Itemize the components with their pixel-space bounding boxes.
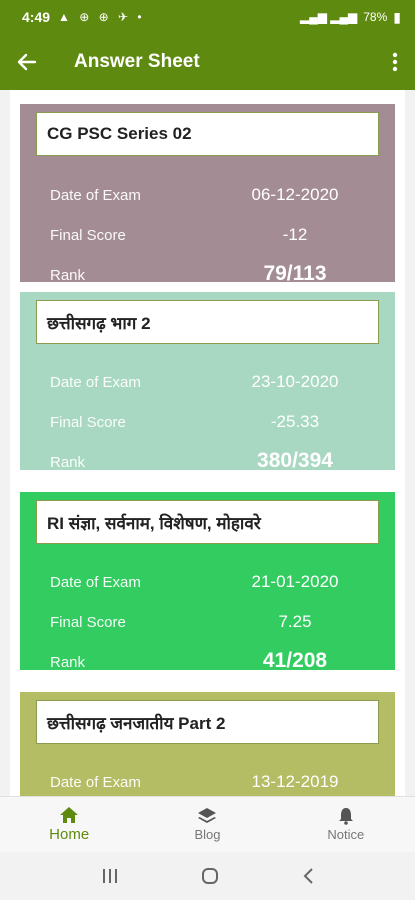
- date-value: 13-12-2019: [251, 772, 339, 791]
- battery-icon: ▮: [393, 8, 401, 25]
- battery-text: 78%: [363, 10, 388, 24]
- score-value: -12: [282, 225, 308, 244]
- bell-icon: [338, 808, 353, 825]
- rank-value: 41/208: [262, 649, 328, 672]
- exam-title: छत्तीसगढ़ जनजातीय Part 2: [36, 700, 379, 744]
- date-row: Date of Exam 13-12-2019: [20, 768, 395, 796]
- exam-card[interactable]: RI संज्ञा, सर्वनाम, विशेषण, मोहावरे Date…: [20, 492, 395, 672]
- score-row: Final Score -25.33: [20, 408, 395, 438]
- date-label: Date of Exam: [50, 374, 141, 391]
- layers-icon: [198, 808, 217, 823]
- date-label: Date of Exam: [50, 187, 141, 204]
- score-row: Final Score -12: [20, 221, 395, 251]
- exam-title: छत्तीसगढ़ भाग 2: [36, 300, 379, 344]
- rank-label: Rank: [50, 267, 86, 284]
- nav-home[interactable]: Home: [0, 797, 138, 852]
- score-row: Final Score 7.25: [20, 608, 395, 638]
- exam-card[interactable]: छत्तीसगढ़ जनजातीय Part 2 Date of Exam 13…: [20, 692, 395, 796]
- exam-card[interactable]: छत्तीसगढ़ भाग 2 Date of Exam 23-10-2020 …: [20, 292, 395, 472]
- nav-notice[interactable]: Notice: [277, 797, 415, 852]
- score-value: -25.33: [270, 412, 320, 431]
- answer-sheet-list[interactable]: CG PSC Series 02 Date of Exam 06-12-2020…: [10, 90, 405, 796]
- date-value: 06-12-2020: [251, 185, 339, 204]
- back-button[interactable]: [0, 34, 54, 90]
- exam-title: CG PSC Series 02: [36, 112, 379, 156]
- rank-value: 380/394: [257, 449, 333, 472]
- nav-blog-label: Blog: [194, 827, 221, 842]
- score-label: Final Score: [50, 227, 126, 244]
- score-label: Final Score: [50, 614, 126, 631]
- rank-value: 79/113: [263, 262, 327, 285]
- rank-row: Rank 41/208: [20, 648, 395, 678]
- back-arrow-icon: [17, 53, 37, 71]
- exam-title: RI संज्ञा, सर्वनाम, विशेषण, मोहावरे: [36, 500, 379, 544]
- rank-row: Rank 380/394: [20, 448, 395, 478]
- date-row: Date of Exam 21-01-2020: [20, 568, 395, 598]
- status-bar: 4:49 ▲ ⊕ ⊕ ✈ • ▂▄▆ ▂▄▆ 78% ▮: [0, 0, 415, 34]
- bottom-navigation: Home Blog Notice: [0, 796, 415, 852]
- recent-apps-icon[interactable]: [101, 868, 119, 884]
- system-navigation: [0, 852, 415, 900]
- rank-row: Rank 79/113: [20, 261, 395, 291]
- back-chevron-icon[interactable]: [302, 867, 314, 885]
- nav-home-label: Home: [49, 826, 90, 843]
- nav-blog[interactable]: Blog: [138, 797, 276, 852]
- date-label: Date of Exam: [50, 574, 141, 591]
- date-row: Date of Exam 06-12-2020: [20, 181, 395, 211]
- date-label: Date of Exam: [50, 774, 141, 791]
- rank-label: Rank: [50, 654, 86, 671]
- home-icon: [60, 807, 79, 823]
- more-vert-icon: [392, 52, 398, 72]
- nav-notice-label: Notice: [327, 827, 365, 842]
- score-value: 7.25: [278, 612, 312, 631]
- date-row: Date of Exam 23-10-2020: [20, 368, 395, 398]
- rank-label: Rank: [50, 454, 86, 471]
- overflow-menu-button[interactable]: [375, 34, 415, 90]
- home-circle-icon[interactable]: [201, 867, 219, 885]
- status-time: 4:49: [22, 9, 51, 25]
- notification-icons: ▲ ⊕ ⊕ ✈ •: [58, 10, 145, 24]
- app-bar: Answer Sheet: [0, 34, 415, 90]
- status-right: ▂▄▆ ▂▄▆ 78% ▮: [300, 9, 401, 26]
- signal-icon: ▂▄▆ ▂▄▆: [299, 10, 358, 24]
- page-title: Answer Sheet: [74, 51, 200, 72]
- exam-card[interactable]: CG PSC Series 02 Date of Exam 06-12-2020…: [20, 104, 395, 285]
- date-value: 23-10-2020: [251, 372, 339, 391]
- score-label: Final Score: [50, 414, 126, 431]
- date-value: 21-01-2020: [251, 572, 339, 591]
